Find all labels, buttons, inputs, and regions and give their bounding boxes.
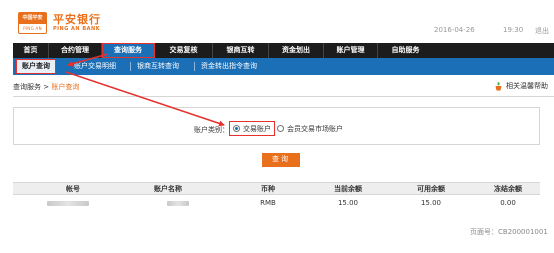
nav-bank-transfer[interactable]: 银商互转 — [213, 43, 269, 58]
col-frozen-balance: 冻结余额 — [494, 184, 522, 193]
logo-badge-subtext: PING AN — [23, 26, 42, 31]
table-row[interactable]: RMB 15.00 15.00 0.00 — [13, 195, 540, 211]
subnav-separator — [130, 62, 131, 71]
query-button[interactable]: 查询 — [262, 153, 300, 167]
subnav-account-transactions[interactable]: 账户交易明细 — [74, 58, 116, 75]
cell-account-name — [143, 195, 213, 211]
cell-current-balance: 15.00 — [337, 199, 359, 207]
breadcrumb-current: 账户查询 — [51, 83, 80, 91]
nav-contract-management[interactable]: 合约管理 — [49, 43, 102, 58]
header-time: 19:30 — [503, 26, 524, 34]
radio-member-market-account[interactable]: 会员交易市场账户 — [277, 122, 343, 135]
cell-currency: RMB — [260, 199, 276, 207]
account-table: 帐号 账户名称 币种 当前余额 可用余额 冻结余额 RMB 15.00 15.0… — [13, 182, 540, 211]
subnav-fund-transfer-query[interactable]: 资金转出指令查询 — [201, 58, 257, 75]
redacted-account-name — [167, 200, 189, 206]
nav-transaction-review[interactable]: 交易复核 — [155, 43, 213, 58]
col-currency: 币种 — [261, 184, 275, 193]
breadcrumb: 查询服务 > 账户查询 — [13, 82, 79, 92]
radio-unchecked-icon[interactable] — [277, 125, 284, 132]
table-header: 帐号 账户名称 币种 当前余额 可用余额 冻结余额 — [13, 182, 540, 195]
subnav-account-query[interactable]: 账户查询 — [16, 59, 56, 74]
logo-badge-text: 中国平安 — [19, 13, 46, 24]
header-date: 2016-04-26 — [434, 26, 475, 34]
radio-checked-icon[interactable] — [233, 125, 240, 132]
help-label: 相关温馨帮助 — [506, 82, 548, 90]
flowerpot-icon — [495, 82, 502, 91]
col-account-number: 帐号 — [66, 184, 80, 193]
radio-trading-account-label: 交易账户 — [243, 124, 271, 133]
help-link[interactable]: 相关温馨帮助 — [494, 81, 548, 91]
cell-account-number — [38, 195, 98, 211]
breadcrumb-separator: > — [43, 83, 50, 91]
header: 中国平安 PING AN 平安银行 PING AN BANK 2016-04-2… — [0, 0, 554, 43]
exit-link[interactable]: 退出 — [535, 26, 549, 36]
nav-home[interactable]: 首页 — [13, 43, 49, 58]
breadcrumb-parent[interactable]: 查询服务 — [13, 83, 41, 91]
divider — [13, 96, 554, 97]
col-available-balance: 可用余额 — [417, 184, 445, 193]
page-code: 页面号：CB200001001 — [470, 228, 548, 236]
nav-fund-transfer-out[interactable]: 资金划出 — [269, 43, 324, 58]
sub-nav: 账户查询 账户交易明细 银商互转查询 资金转出指令查询 — [13, 58, 554, 75]
subnav-separator — [194, 62, 195, 71]
redacted-account-number — [47, 200, 89, 206]
main-nav: 首页 合约管理 查询服务 交易复核 银商互转 资金划出 账户管理 自助服务 — [13, 43, 554, 58]
cell-available-balance: 15.00 — [420, 199, 442, 207]
radio-trading-account[interactable]: 交易账户 — [229, 121, 275, 136]
nav-self-service[interactable]: 自助服务 — [378, 43, 433, 58]
pingan-logo-badge: 中国平安 PING AN — [18, 12, 47, 34]
subnav-bank-transfer-query[interactable]: 银商互转查询 — [137, 58, 179, 75]
col-current-balance: 当前余额 — [334, 184, 362, 193]
brand-name-en: PING AN BANK — [53, 26, 101, 32]
nav-account-management[interactable]: 账户管理 — [324, 43, 378, 58]
nav-query-services[interactable]: 查询服务 — [102, 43, 155, 58]
account-type-label: 账户类别： — [194, 126, 229, 134]
query-form: 账户类别： 交易账户 会员交易市场账户 — [13, 107, 540, 145]
brand-name: 平安银行 — [53, 13, 101, 26]
radio-member-market-account-label: 会员交易市场账户 — [287, 124, 343, 133]
col-account-name: 账户名称 — [154, 184, 182, 193]
cell-frozen-balance: 0.00 — [500, 199, 516, 207]
